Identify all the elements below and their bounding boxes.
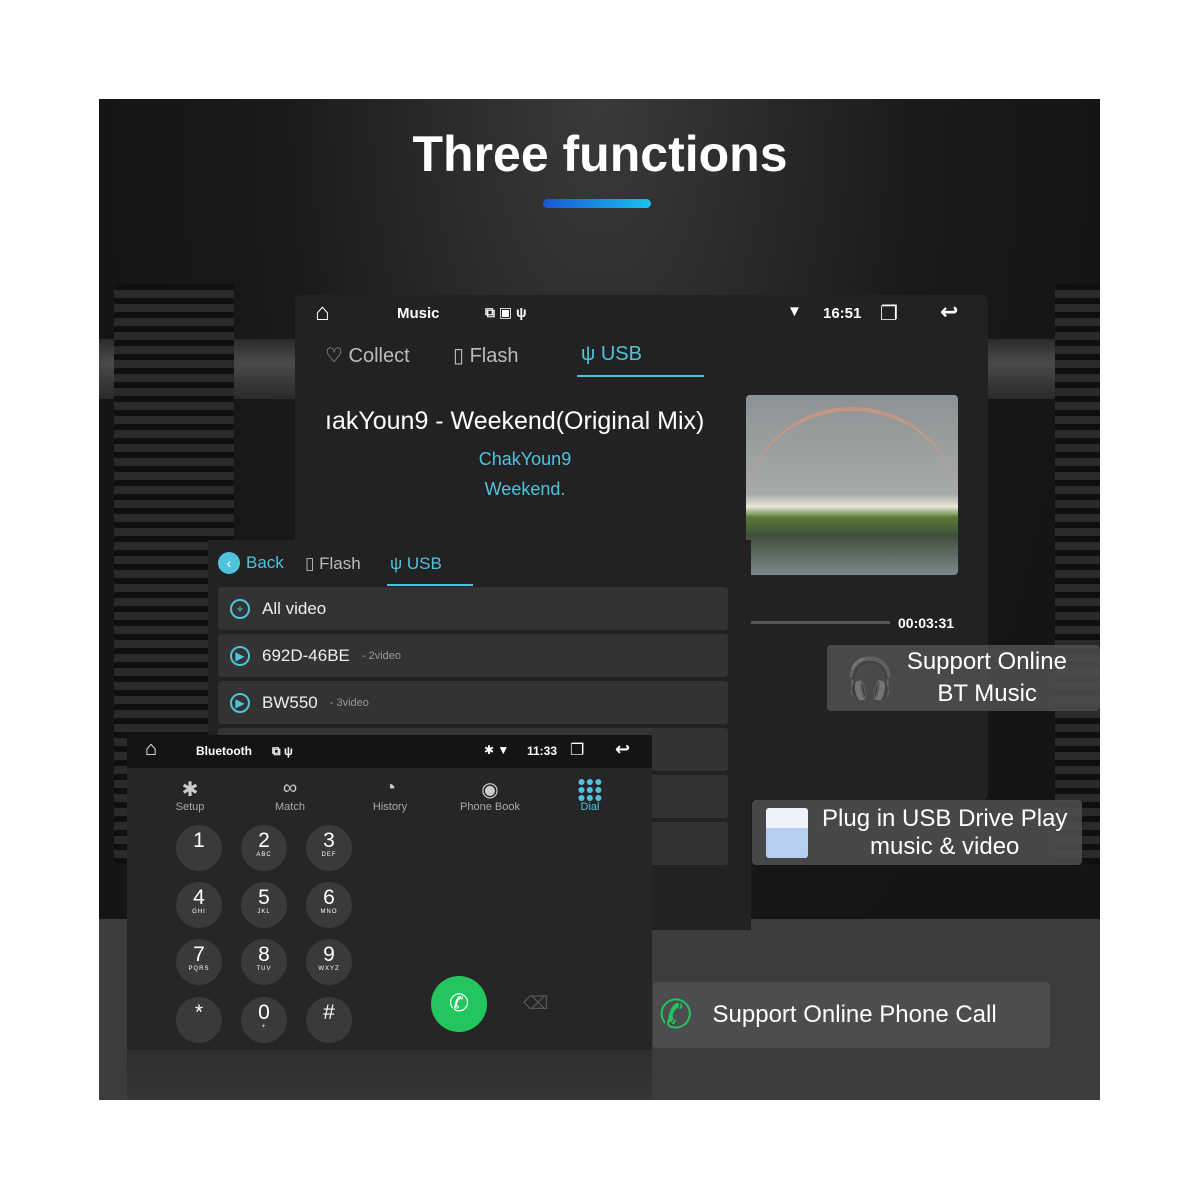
usb-icon: ψ [581, 343, 596, 365]
link-icon: ∞ [282, 777, 298, 799]
wifi-icon: ▼ [787, 303, 802, 320]
status-icons: ⧉ ψ [272, 744, 293, 758]
rainbow [746, 407, 958, 607]
status-bar: ⌂ Bluetooth ⧉ ψ ✱ ▼ 11:33 ❐ ↩ [127, 735, 652, 768]
artist: ChakYoun9 [478, 449, 572, 469]
phone-call-badge: ✆ Support Online Phone Call [653, 982, 1050, 1048]
headline: Three functions [412, 126, 788, 182]
accent-bar [543, 199, 651, 208]
key-1[interactable]: 1 [176, 825, 222, 871]
status-icons: ⧉ ▣ ψ [485, 304, 527, 320]
list-item[interactable]: + All video [218, 587, 728, 630]
elapsed-time: 00:03:31 [898, 615, 955, 631]
key-8[interactable]: 8 TUV [241, 939, 287, 985]
chevron-left-icon: ‹ [218, 552, 240, 574]
key-star[interactable]: * [176, 997, 222, 1043]
home-icon[interactable]: ⌂ [315, 299, 330, 327]
heart-icon: ♡ [325, 345, 343, 367]
tab-flash[interactable]: ▯ Flash [453, 343, 518, 368]
play-circle-icon: ▶ [230, 645, 250, 666]
video-tab-underline [387, 584, 473, 586]
key-7[interactable]: 7 PQRS [176, 939, 222, 985]
back-icon[interactable]: ↩ [940, 299, 958, 325]
status-time: 16:51 [823, 305, 862, 322]
album: Weekend. [484, 479, 566, 499]
delete-icon[interactable]: ⌫ [523, 993, 548, 1014]
plus-circle-icon: + [230, 598, 250, 619]
dialpad-icon: ●●● ●●● ●●● [577, 773, 603, 805]
recent-apps-icon[interactable]: ❐ [880, 301, 898, 326]
album-art [746, 395, 958, 575]
usb-drive-icon [766, 807, 808, 858]
key-5[interactable]: 5 JKL [241, 882, 287, 928]
key-3[interactable]: 3 DEF [306, 825, 352, 871]
tab-setup[interactable]: ✱ Setup [150, 777, 230, 813]
contact-icon: ◉ [481, 779, 499, 801]
list-item[interactable]: ▶ BW550- 3video [218, 681, 728, 724]
play-circle-icon: ▶ [230, 692, 250, 713]
status-title: Music [397, 305, 440, 322]
back-button[interactable]: ‹ Back [218, 552, 284, 574]
progress-bar[interactable] [750, 621, 890, 624]
key-6[interactable]: 6 MNO [306, 882, 352, 928]
video-tab-flash[interactable]: ▯ Flash [305, 554, 361, 574]
tab-underline [577, 375, 704, 377]
key-4[interactable]: 4 GHI [176, 882, 222, 928]
recent-apps-icon[interactable]: ❐ [570, 740, 584, 760]
tab-collect[interactable]: ♡ Collect [325, 343, 410, 368]
reflection [127, 1050, 652, 1100]
list-item[interactable]: ▶ 692D-46BE - 2video [218, 634, 728, 677]
bt-music-badge: 🎧 Support Online BT Music [827, 645, 1100, 711]
key-0[interactable]: 0 + [241, 997, 287, 1043]
track-title: ıakYoun9 - Weekend(Original Mix) [325, 407, 705, 435]
call-button[interactable]: ✆ [431, 976, 487, 1032]
headphones-bluetooth-icon: 🎧 [845, 656, 895, 701]
key-2[interactable]: 2 ABC [241, 825, 287, 871]
tab-history[interactable]: ◔ History [350, 777, 430, 813]
sd-card-icon: ▯ [305, 554, 315, 573]
status-time: 11:33 [527, 744, 558, 758]
video-tab-usb[interactable]: ψ USB [390, 554, 442, 574]
home-icon[interactable]: ⌂ [145, 738, 157, 761]
key-hash[interactable]: # [306, 997, 352, 1043]
usb-icon: ψ [390, 554, 403, 573]
bluetooth-screen: ⌂ Bluetooth ⧉ ψ ✱ ▼ 11:33 ❐ ↩ ✱ Setup ∞ Ma… [127, 735, 652, 1050]
phone-icon: ✆ [448, 990, 470, 1017]
status-title: Bluetooth [196, 744, 252, 758]
sd-card-icon: ▯ [453, 345, 465, 367]
tab-match[interactable]: ∞ Match [250, 777, 330, 813]
tab-usb[interactable]: ψ USB [581, 343, 642, 366]
usb-badge: Plug in USB Drive Play music & video [752, 800, 1082, 865]
phone-bluetooth-icon: ✆ [659, 993, 693, 1037]
tab-dial[interactable]: ●●● ●●● ●●● Dial [550, 773, 630, 813]
right-vent [1055, 284, 1100, 864]
back-icon[interactable]: ↩ [615, 739, 630, 760]
bluetooth-icon: ✱ [181, 779, 199, 801]
bluetooth-wifi-icons: ✱ ▼ [484, 743, 510, 757]
key-9[interactable]: 9 WXYZ [306, 939, 352, 985]
tab-phone-book[interactable]: ◉ Phone Book [450, 777, 530, 813]
clock-icon: ◔ [383, 777, 397, 799]
